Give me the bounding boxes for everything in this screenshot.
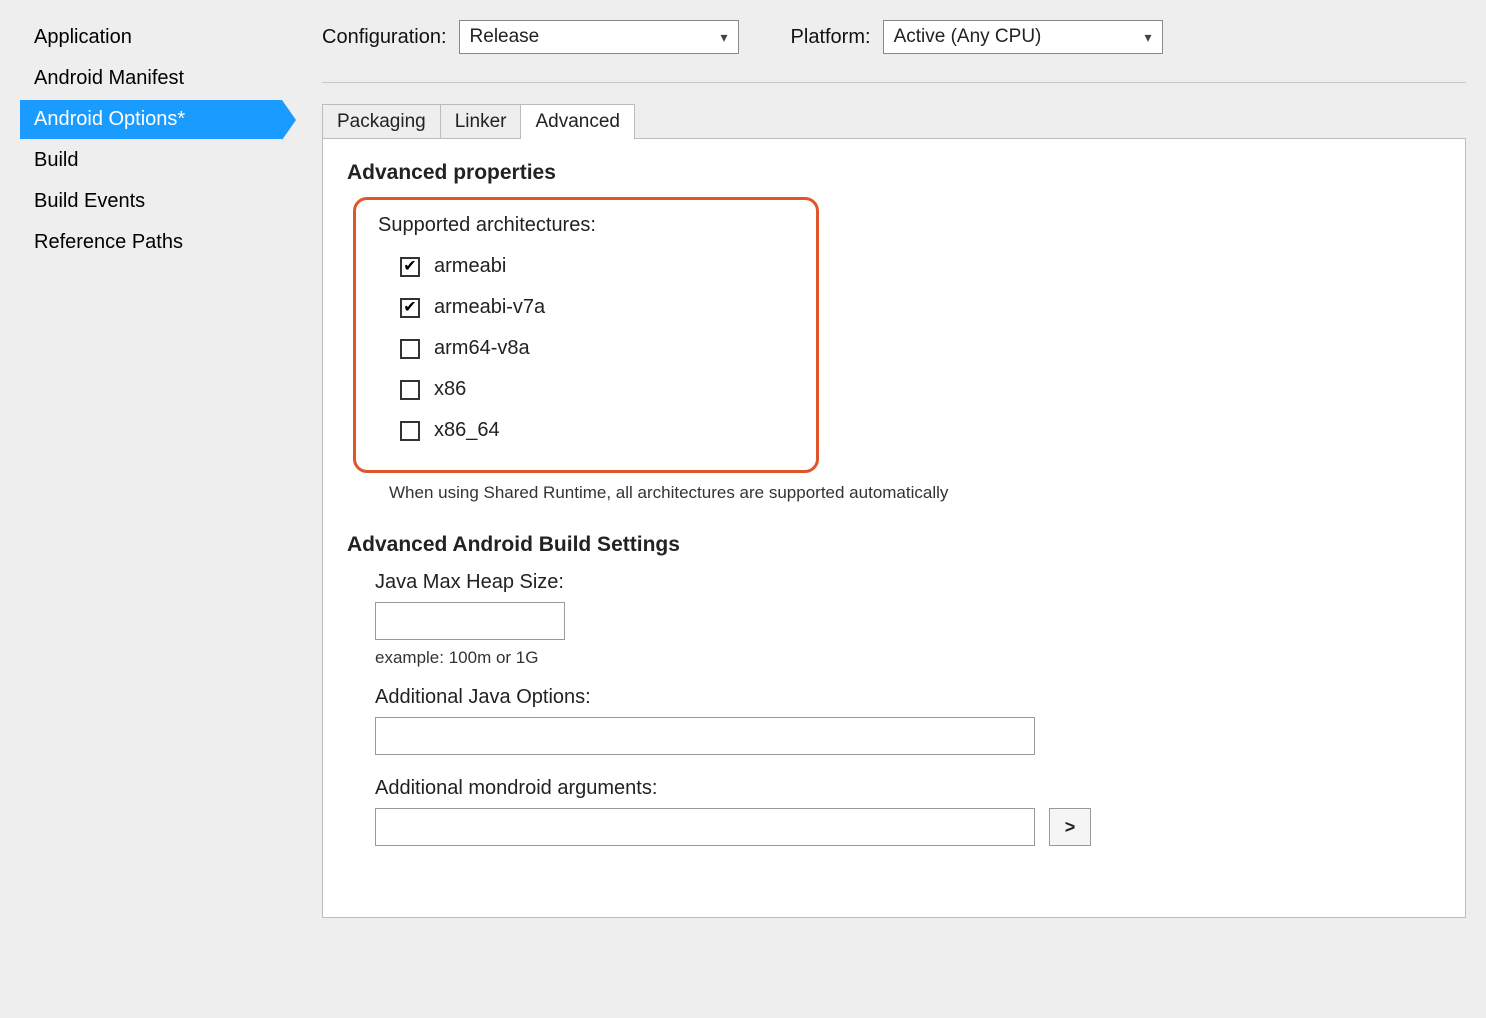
- java-heap-example: example: 100m or 1G: [375, 648, 1441, 668]
- arch-label-arm64-v8a: arm64-v8a: [434, 337, 530, 360]
- config-row: Configuration: Release ▾ Platform: Activ…: [322, 20, 1466, 83]
- supported-architectures-label: Supported architectures:: [378, 214, 596, 237]
- chevron-down-icon: ▾: [1145, 29, 1152, 46]
- checkbox-x86[interactable]: [400, 380, 420, 400]
- java-options-input[interactable]: [375, 717, 1035, 755]
- advanced-build-settings-heading: Advanced Android Build Settings: [347, 533, 1441, 557]
- checkbox-x86-64[interactable]: [400, 421, 420, 441]
- java-heap-label: Java Max Heap Size:: [375, 571, 1441, 594]
- platform-select[interactable]: Active (Any CPU) ▾: [883, 20, 1163, 54]
- advanced-panel: Advanced properties Supported architectu…: [322, 138, 1466, 918]
- arch-row-arm64-v8a: arm64-v8a: [400, 331, 596, 366]
- architectures-hint: When using Shared Runtime, all architect…: [389, 483, 1441, 503]
- checkbox-armeabi[interactable]: [400, 257, 420, 277]
- tab-packaging[interactable]: Packaging: [322, 104, 441, 139]
- sidebar-item-reference-paths[interactable]: Reference Paths: [20, 223, 282, 262]
- arch-label-x86: x86: [434, 378, 466, 401]
- sidebar-item-application[interactable]: Application: [20, 18, 282, 57]
- sidebar-item-android-manifest[interactable]: Android Manifest: [20, 59, 282, 98]
- arch-row-x86: x86: [400, 372, 596, 407]
- tab-advanced[interactable]: Advanced: [520, 104, 635, 139]
- chevron-down-icon: ▾: [721, 29, 728, 46]
- arch-row-armeabi: armeabi: [400, 249, 596, 284]
- arch-row-x86-64: x86_64: [400, 413, 596, 448]
- mondroid-args-input[interactable]: [375, 808, 1035, 846]
- configuration-select[interactable]: Release ▾: [459, 20, 739, 54]
- supported-architectures-highlight: Supported architectures: armeabi armeabi…: [353, 197, 819, 473]
- arch-label-armeabi-v7a: armeabi-v7a: [434, 296, 545, 319]
- checkbox-armeabi-v7a[interactable]: [400, 298, 420, 318]
- tab-row: Packaging Linker Advanced: [322, 103, 1466, 138]
- tab-linker[interactable]: Linker: [440, 104, 522, 139]
- configuration-value: Release: [470, 26, 540, 48]
- platform-value: Active (Any CPU): [894, 26, 1042, 48]
- java-options-label: Additional Java Options:: [375, 686, 1441, 709]
- arch-label-x86-64: x86_64: [434, 419, 500, 442]
- configuration-label: Configuration:: [322, 26, 447, 49]
- main-panel: Configuration: Release ▾ Platform: Activ…: [282, 10, 1466, 1018]
- mondroid-more-button[interactable]: >: [1049, 808, 1091, 846]
- advanced-properties-heading: Advanced properties: [347, 161, 1441, 185]
- sidebar-item-build-events[interactable]: Build Events: [20, 182, 282, 221]
- mondroid-args-label: Additional mondroid arguments:: [375, 777, 1441, 800]
- platform-label: Platform:: [791, 26, 871, 49]
- sidebar-item-build[interactable]: Build: [20, 141, 282, 180]
- sidebar-nav: Application Android Manifest Android Opt…: [20, 10, 282, 1018]
- project-properties-page: Application Android Manifest Android Opt…: [0, 0, 1486, 1018]
- checkbox-arm64-v8a[interactable]: [400, 339, 420, 359]
- sidebar-item-android-options[interactable]: Android Options*: [20, 100, 282, 139]
- arch-label-armeabi: armeabi: [434, 255, 506, 278]
- java-heap-input[interactable]: [375, 602, 565, 640]
- arch-row-armeabi-v7a: armeabi-v7a: [400, 290, 596, 325]
